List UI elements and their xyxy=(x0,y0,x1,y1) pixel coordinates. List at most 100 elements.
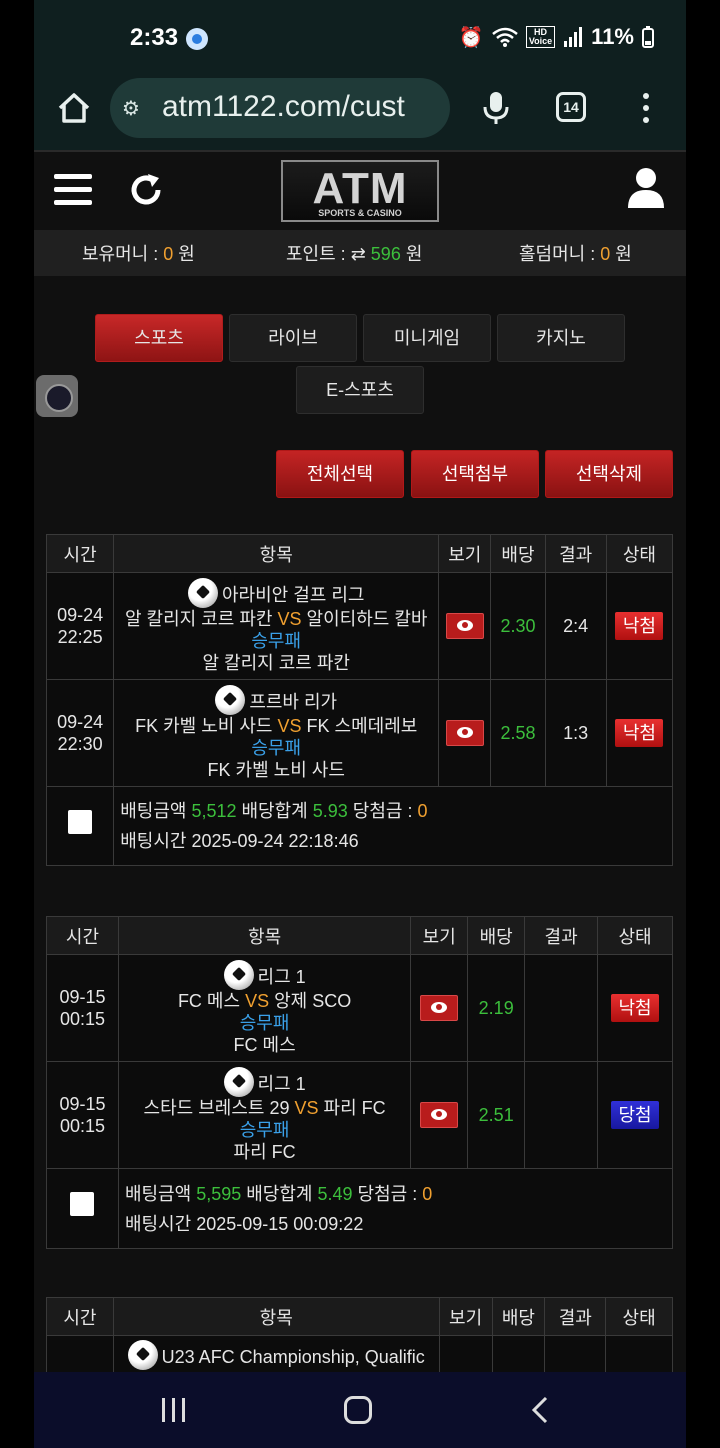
browser-toolbar: ⚙ atm1122.com/cust 14 xyxy=(34,78,686,150)
bet-time: 09-24 22:30 xyxy=(45,679,115,787)
back-button[interactable] xyxy=(530,1396,550,1424)
floating-camera-icon[interactable] xyxy=(36,375,78,417)
bet-item: 리그 1 스타드 브레스트 29 VS 파리 FC 승무패 파리 FC xyxy=(117,1061,412,1169)
soccer-ball-icon xyxy=(187,578,218,608)
user-icon[interactable] xyxy=(626,166,666,210)
battery-percent: 11% xyxy=(591,24,634,49)
bet-summary-row: 배팅금액 5,595 배당합계 5.49 당첨금 : 0 배팅시간 2025-0… xyxy=(46,1168,674,1249)
bet-result: 2:4 xyxy=(544,572,607,680)
bet-time: 09-24 22:25 xyxy=(45,572,115,680)
bet-odds: 2.30 xyxy=(490,572,546,680)
header-item: 항목 xyxy=(113,534,440,573)
header-status: 상태 xyxy=(597,916,673,955)
header-item: 항목 xyxy=(112,1297,440,1336)
microphone-icon[interactable] xyxy=(476,88,516,128)
header-result: 결과 xyxy=(544,1297,607,1336)
soccer-ball-icon xyxy=(127,1340,158,1370)
url-text[interactable]: atm1122.com/cust xyxy=(162,90,444,124)
bet-item: 아라비안 걸프 리그 알 칼리지 코르 파칸 VS 알이티하드 칼바 승무패 알… xyxy=(113,572,440,680)
holdem-balance: 홀덤머니 : 0 원 xyxy=(519,244,632,264)
header-odds: 배당 xyxy=(467,916,526,955)
bet-time-line: 배팅시간 2025-09-24 22:18:46 xyxy=(120,831,359,851)
bet-amount-line: 배팅금액 5,595 배당합계 5.49 당첨금 : 0 xyxy=(124,1183,433,1204)
battery-icon xyxy=(642,26,654,48)
header-status: 상태 xyxy=(605,534,674,573)
bet-select-checkbox[interactable] xyxy=(70,1192,95,1216)
bet-odds: 2.58 xyxy=(490,679,546,787)
bet-slip: 시간 항목 보기 배당 결과 상태 09-15 00:15 리그 1 FC 메스 … xyxy=(46,916,674,1249)
header-view: 보기 xyxy=(410,916,469,955)
bet-select-checkbox[interactable] xyxy=(68,809,93,834)
bet-result xyxy=(524,1061,599,1169)
delete-selected-button[interactable]: 선택삭제 xyxy=(545,450,673,498)
tab-live[interactable]: 라이브 xyxy=(229,314,357,362)
status-badge: 낙첨 xyxy=(615,612,664,640)
more-menu-icon[interactable] xyxy=(640,90,652,126)
exchange-icon: ⇄ xyxy=(350,244,366,264)
bet-odds: 2.51 xyxy=(467,1061,526,1169)
view-eye-icon[interactable] xyxy=(445,720,484,746)
header-odds: 배당 xyxy=(491,1297,546,1336)
site-settings-icon[interactable]: ⚙ xyxy=(122,96,140,121)
logo-text: ATM xyxy=(312,164,408,213)
recent-apps-button[interactable] xyxy=(162,1398,188,1422)
view-eye-icon[interactable] xyxy=(445,613,484,639)
tab-minigame[interactable]: 미니게임 xyxy=(363,314,491,362)
tab-esports[interactable]: E-스포츠 xyxy=(296,366,424,414)
bet-item: 프르바 리가 FK 카벨 노비 사드 VS FK 스메데레보 승무패 FK 카벨… xyxy=(113,679,440,787)
header-result: 결과 xyxy=(524,916,599,955)
view-eye-icon[interactable] xyxy=(420,995,459,1021)
site-logo[interactable]: ATM SPORTS & CASINO xyxy=(281,160,439,222)
table-header-row: 시간 항목 보기 배당 결과 상태 xyxy=(45,534,674,573)
wifi-icon xyxy=(492,27,518,47)
tab-casino[interactable]: 카지노 xyxy=(497,314,625,362)
balance-bar: 보유머니 : 0 원 포인트 : ⇄ 596 원 홀덤머니 : 0 원 xyxy=(34,230,686,276)
tab-sports[interactable]: 스포츠 xyxy=(95,314,223,362)
tab-switcher-button[interactable]: 14 xyxy=(556,92,586,122)
hamburger-menu-icon[interactable] xyxy=(54,174,92,206)
phone-screen: 2:33 ⏰ HD Voice 11% ⚙ atm1122.com/cust 14… xyxy=(34,0,686,1448)
money-balance: 보유머니 : 0 원 xyxy=(82,244,195,264)
table-row: 09-15 00:15 리그 1 FC 메스 VS 앙제 SCO 승무패 FC 메… xyxy=(46,954,673,1062)
bet-time: 09-15 00:15 xyxy=(46,954,119,1062)
bet-item: 리그 1 FC 메스 VS 앙제 SCO 승무패 FC 메스 xyxy=(117,954,412,1062)
table-row: 09-24 22:25 아라비안 걸프 리그 알 칼리지 코르 파칸 VS 알이티… xyxy=(45,572,674,680)
soccer-ball-icon xyxy=(215,685,246,715)
header-time: 시간 xyxy=(45,534,115,573)
site-header: ATM SPORTS & CASINO xyxy=(34,150,686,230)
hd-voice-icon: HD Voice xyxy=(525,26,556,48)
header-view: 보기 xyxy=(438,534,492,573)
bet-result: 1:3 xyxy=(544,679,607,787)
system-navigation-bar xyxy=(34,1372,686,1448)
table-row: 09-15 00:15 리그 1 스타드 브레스트 29 VS 파리 FC 승무패… xyxy=(46,1061,673,1169)
table-header-row: 시간 항목 보기 배당 결과 상태 xyxy=(46,1297,673,1336)
soccer-ball-icon xyxy=(223,1067,254,1097)
home-button[interactable] xyxy=(344,1396,372,1424)
bet-odds: 2.19 xyxy=(467,954,526,1062)
clock: 2:33 xyxy=(130,24,179,51)
status-badge: 낙첨 xyxy=(611,994,659,1022)
header-time: 시간 xyxy=(46,1297,114,1336)
bet-time: 09-15 00:15 xyxy=(46,1061,119,1169)
notification-icon xyxy=(186,28,208,50)
address-bar[interactable]: ⚙ atm1122.com/cust xyxy=(110,78,450,138)
header-time: 시간 xyxy=(46,916,119,955)
view-eye-icon[interactable] xyxy=(420,1102,459,1128)
header-view: 보기 xyxy=(438,1297,493,1336)
refresh-icon[interactable] xyxy=(126,170,166,210)
header-result: 결과 xyxy=(544,534,607,573)
bet-result xyxy=(524,954,599,1062)
header-odds: 배당 xyxy=(490,534,546,573)
bet-amount-line: 배팅금액 5,512 배당합계 5.93 당첨금 : 0 xyxy=(120,801,428,821)
status-bar: 2:33 ⏰ HD Voice 11% xyxy=(34,0,686,78)
bet-summary-row: 배팅금액 5,512 배당합계 5.93 당첨금 : 0 배팅시간 2025-0… xyxy=(45,786,673,866)
alarm-icon: ⏰ xyxy=(458,26,484,49)
signal-icon xyxy=(564,27,583,47)
home-icon[interactable] xyxy=(54,88,94,128)
soccer-ball-icon xyxy=(223,960,254,990)
table-row: 09-24 22:30 프르바 리가 FK 카벨 노비 사드 VS FK 스메데레… xyxy=(45,679,674,787)
attach-selected-button[interactable]: 선택첨부 xyxy=(411,450,539,498)
select-all-button[interactable]: 전체선택 xyxy=(276,450,404,498)
status-badge: 당첨 xyxy=(611,1101,659,1129)
status-icons: ⏰ HD Voice 11% xyxy=(459,24,654,50)
